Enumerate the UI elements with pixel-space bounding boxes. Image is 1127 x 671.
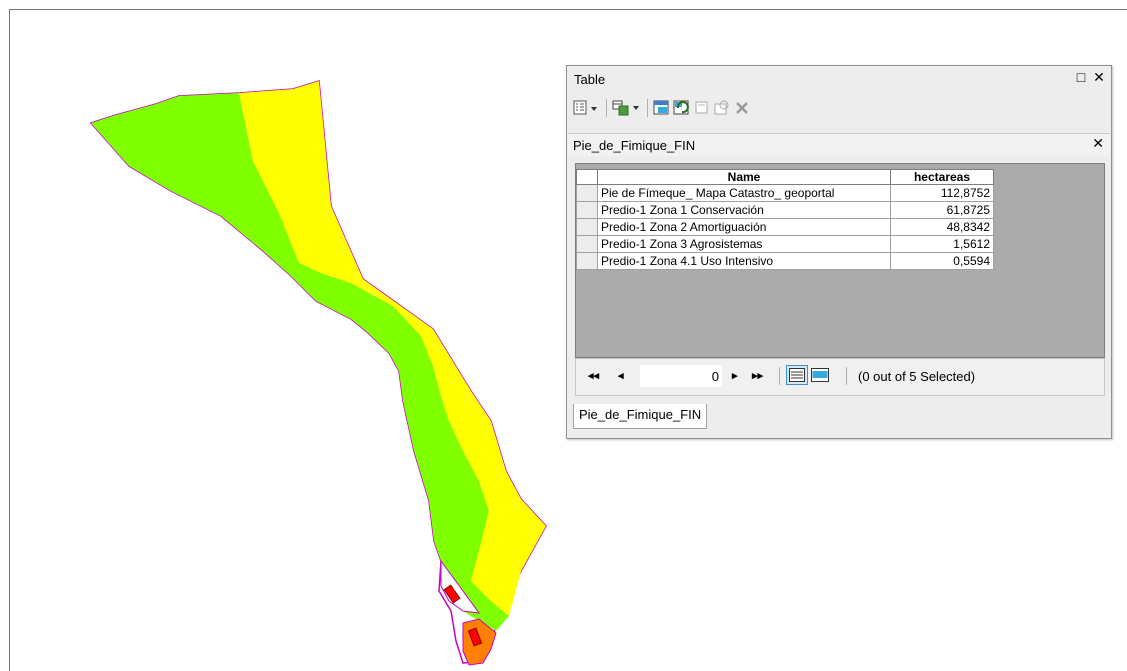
table-row[interactable]: Pie de Fímeque_ Mapa Catastro_ geoportal… [576, 184, 994, 202]
clear-selection-button[interactable] [693, 98, 711, 118]
row-selector[interactable] [576, 184, 598, 202]
row-selector[interactable] [576, 201, 598, 219]
show-all-records-icon [789, 368, 805, 382]
window-title: Table [574, 72, 606, 87]
table-toolbar [573, 96, 751, 120]
select-by-attributes-button[interactable] [653, 98, 671, 118]
zoom-to-selected-icon [714, 100, 729, 115]
cell-name: Predio-1 Zona 2 Amortiguación [597, 218, 891, 236]
layer-tab-label: Pie_de_Fimique_FIN [573, 138, 696, 153]
clear-selection-icon [695, 101, 708, 114]
column-header-hectareas[interactable]: hectareas [890, 169, 994, 185]
table-grid[interactable]: Name hectareas Pie de Fímeque_ Mapa Cata… [575, 163, 1105, 358]
cell-hectareas: 1,5612 [890, 235, 994, 253]
table-row[interactable]: Predio-1 Zona 4.1 Uso Intensivo 0,5594 [576, 252, 994, 270]
row-selector[interactable] [576, 252, 598, 270]
cell-hectareas: 48,8342 [890, 218, 994, 236]
nav-separator [846, 367, 847, 385]
layer-tab-header[interactable]: Pie_de_Fimique_FIN ✕ [568, 133, 1110, 156]
column-header-name[interactable]: Name [597, 169, 891, 185]
show-all-records-button[interactable] [786, 365, 808, 385]
window-titlebar[interactable]: Table □ ✕ [567, 66, 1111, 90]
related-tables-icon [612, 100, 639, 116]
record-navigation-bar: ◂◂ ◂ ▸ ▸▸ (0 out of 5 Selected) [575, 358, 1105, 396]
nav-separator [779, 367, 780, 385]
cell-hectareas: 61,8725 [890, 201, 994, 219]
show-selected-records-icon [811, 368, 829, 382]
show-selected-records-button[interactable] [809, 365, 831, 385]
cell-name: Pie de Fímeque_ Mapa Catastro_ geoportal [597, 184, 891, 202]
next-record-button[interactable]: ▸ [732, 369, 738, 382]
restore-window-button[interactable]: □ [1073, 68, 1089, 86]
record-number-input[interactable] [640, 365, 722, 387]
cell-hectareas: 0,5594 [890, 252, 994, 270]
cell-hectareas: 112,8752 [890, 184, 994, 202]
select-by-attributes-icon [653, 100, 669, 115]
close-window-button[interactable]: ✕ [1091, 68, 1107, 86]
selection-status-text: (0 out of 5 Selected) [858, 369, 976, 384]
close-layer-tab-button[interactable]: ✕ [1092, 135, 1104, 152]
delete-selected-button[interactable] [733, 98, 751, 118]
attribute-table-window[interactable]: Table □ ✕ Pie_de_Fimique_FIN ✕ Name hect… [566, 65, 1112, 439]
row-selector[interactable] [576, 218, 598, 236]
select-all-cell[interactable] [576, 169, 598, 185]
table-row[interactable]: Predio-1 Zona 1 Conservación 61,8725 [576, 201, 994, 219]
toolbar-separator [606, 99, 607, 117]
first-record-button[interactable]: ◂◂ [588, 369, 599, 382]
table-row[interactable]: Predio-1 Zona 3 Agrosistemas 1,5612 [576, 235, 994, 253]
table-row[interactable]: Predio-1 Zona 2 Amortiguación 48,8342 [576, 218, 994, 236]
bottom-layer-tab[interactable]: Pie_de_Fimique_FIN [573, 404, 708, 429]
previous-record-button[interactable]: ◂ [618, 369, 624, 382]
cell-name: Predio-1 Zona 4.1 Uso Intensivo [597, 252, 891, 270]
delete-selected-icon [736, 102, 748, 114]
attribute-table: Name hectareas Pie de Fímeque_ Mapa Cata… [576, 169, 994, 270]
table-options-icon [573, 100, 597, 115]
toolbar-separator [647, 99, 648, 117]
table-options-button[interactable] [573, 98, 601, 118]
row-selector[interactable] [576, 235, 598, 253]
switch-selection-icon [673, 100, 689, 115]
switch-selection-button[interactable] [673, 98, 691, 118]
last-record-button[interactable]: ▸▸ [752, 369, 763, 382]
cell-name: Predio-1 Zona 3 Agrosistemas [597, 235, 891, 253]
zoom-to-selected-button[interactable] [713, 98, 731, 118]
table-header-row: Name hectareas [576, 169, 994, 185]
related-tables-button[interactable] [612, 98, 642, 118]
cell-name: Predio-1 Zona 1 Conservación [597, 201, 891, 219]
